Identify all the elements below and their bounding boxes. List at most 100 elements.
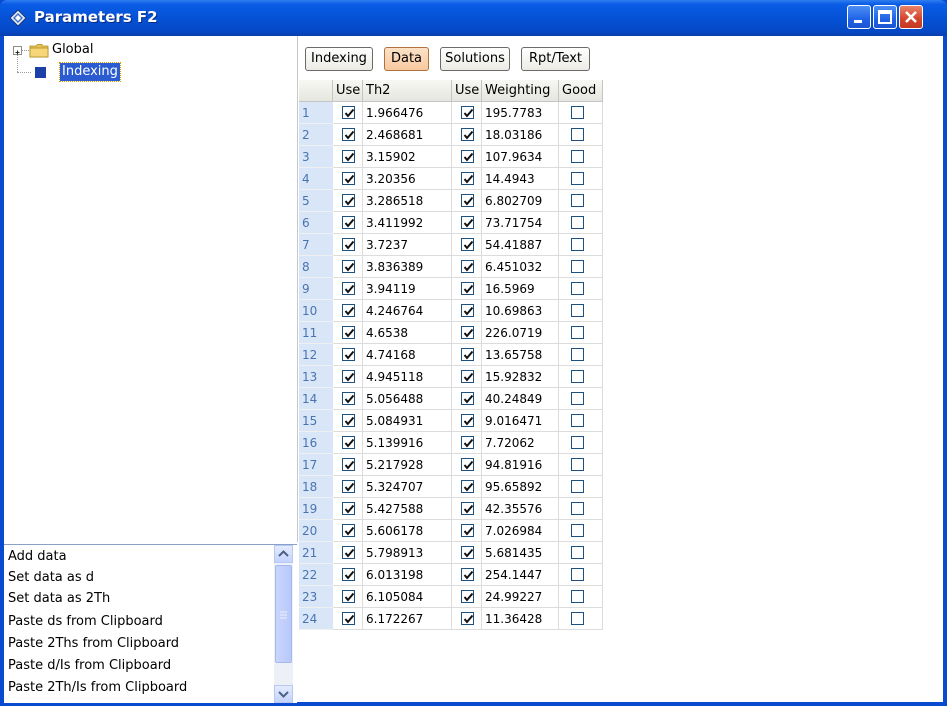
good-checkbox[interactable] (571, 326, 584, 339)
weighting-cell[interactable]: 54.41887 (482, 234, 559, 256)
th2-cell[interactable]: 5.217928 (363, 454, 452, 476)
minimize-button[interactable] (847, 5, 871, 29)
use-checkbox[interactable] (342, 150, 355, 163)
use-checkbox[interactable] (342, 282, 355, 295)
row-number[interactable]: 18 (299, 476, 333, 498)
use-checkbox[interactable] (342, 612, 355, 625)
row-number[interactable]: 15 (299, 410, 333, 432)
tab-indexing[interactable]: Indexing (305, 47, 373, 71)
good-checkbox[interactable] (571, 106, 584, 119)
good-checkbox[interactable] (571, 546, 584, 559)
use-weight-checkbox[interactable] (461, 194, 474, 207)
weighting-cell[interactable]: 18.03186 (482, 124, 559, 146)
row-number[interactable]: 11 (299, 322, 333, 344)
good-checkbox[interactable] (571, 238, 584, 251)
th2-cell[interactable]: 5.798913 (363, 542, 452, 564)
good-checkbox[interactable] (571, 260, 584, 273)
weighting-cell[interactable]: 107.9634 (482, 146, 559, 168)
weighting-cell[interactable]: 42.35576 (482, 498, 559, 520)
use-checkbox[interactable] (342, 414, 355, 427)
tab-solutions[interactable]: Solutions (440, 47, 510, 71)
th2-cell[interactable]: 5.427588 (363, 498, 452, 520)
tree-item-indexing[interactable]: Indexing (59, 62, 121, 82)
scroll-down-button[interactable] (274, 685, 293, 703)
command-paste-2ths[interactable]: Paste 2Ths from Clipboard (8, 633, 179, 654)
row-number[interactable]: 5 (299, 190, 333, 212)
header-use-2[interactable]: Use (452, 80, 482, 102)
row-number[interactable]: 3 (299, 146, 333, 168)
weighting-cell[interactable]: 6.802709 (482, 190, 559, 212)
th2-cell[interactable]: 5.324707 (363, 476, 452, 498)
use-weight-checkbox[interactable] (461, 546, 474, 559)
header-good[interactable]: Good (559, 80, 603, 102)
use-weight-checkbox[interactable] (461, 260, 474, 273)
row-number[interactable]: 1 (299, 102, 333, 124)
use-weight-checkbox[interactable] (461, 524, 474, 537)
header-use-1[interactable]: Use (333, 80, 363, 102)
use-weight-checkbox[interactable] (461, 128, 474, 141)
row-number[interactable]: 20 (299, 520, 333, 542)
good-checkbox[interactable] (571, 370, 584, 383)
use-checkbox[interactable] (342, 128, 355, 141)
th2-cell[interactable]: 5.084931 (363, 410, 452, 432)
weighting-cell[interactable]: 195.7783 (482, 102, 559, 124)
th2-cell[interactable]: 6.105084 (363, 586, 452, 608)
use-checkbox[interactable] (342, 106, 355, 119)
good-checkbox[interactable] (571, 502, 584, 515)
use-checkbox[interactable] (342, 304, 355, 317)
scroll-thumb[interactable] (275, 565, 292, 663)
use-weight-checkbox[interactable] (461, 480, 474, 493)
command-paste-2th-is[interactable]: Paste 2Th/Is from Clipboard (8, 677, 187, 698)
row-number[interactable]: 17 (299, 454, 333, 476)
row-number[interactable]: 21 (299, 542, 333, 564)
row-number[interactable]: 2 (299, 124, 333, 146)
use-weight-checkbox[interactable] (461, 150, 474, 163)
use-checkbox[interactable] (342, 436, 355, 449)
command-paste-ds[interactable]: Paste ds from Clipboard (8, 611, 163, 632)
weighting-cell[interactable]: 16.5969 (482, 278, 559, 300)
row-number[interactable]: 22 (299, 564, 333, 586)
weighting-cell[interactable]: 95.65892 (482, 476, 559, 498)
tab-rpt-text[interactable]: Rpt/Text (521, 47, 590, 71)
good-checkbox[interactable] (571, 172, 584, 185)
use-weight-checkbox[interactable] (461, 568, 474, 581)
th2-cell[interactable]: 4.74168 (363, 344, 452, 366)
use-checkbox[interactable] (342, 326, 355, 339)
weighting-cell[interactable]: 11.36428 (482, 608, 559, 630)
good-checkbox[interactable] (571, 304, 584, 317)
th2-cell[interactable]: 1.966476 (363, 102, 452, 124)
good-checkbox[interactable] (571, 590, 584, 603)
use-weight-checkbox[interactable] (461, 326, 474, 339)
scroll-up-button[interactable] (274, 545, 293, 563)
weighting-cell[interactable]: 94.81916 (482, 454, 559, 476)
use-weight-checkbox[interactable] (461, 590, 474, 603)
th2-cell[interactable]: 4.6538 (363, 322, 452, 344)
th2-cell[interactable]: 3.20356 (363, 168, 452, 190)
th2-cell[interactable]: 3.286518 (363, 190, 452, 212)
use-weight-checkbox[interactable] (461, 612, 474, 625)
row-number[interactable]: 8 (299, 256, 333, 278)
good-checkbox[interactable] (571, 194, 584, 207)
row-number[interactable]: 14 (299, 388, 333, 410)
weighting-cell[interactable]: 73.71754 (482, 212, 559, 234)
command-paste-d-is[interactable]: Paste d/Is from Clipboard (8, 655, 171, 676)
row-number[interactable]: 7 (299, 234, 333, 256)
good-checkbox[interactable] (571, 458, 584, 471)
use-checkbox[interactable] (342, 568, 355, 581)
row-number[interactable]: 13 (299, 366, 333, 388)
weighting-cell[interactable]: 9.016471 (482, 410, 559, 432)
good-checkbox[interactable] (571, 216, 584, 229)
good-checkbox[interactable] (571, 414, 584, 427)
row-number[interactable]: 16 (299, 432, 333, 454)
command-set-data-2th[interactable]: Set data as 2Th (8, 588, 110, 609)
good-checkbox[interactable] (571, 612, 584, 625)
row-number[interactable]: 12 (299, 344, 333, 366)
use-checkbox[interactable] (342, 502, 355, 515)
use-checkbox[interactable] (342, 238, 355, 251)
tab-data[interactable]: Data (384, 47, 429, 71)
use-checkbox[interactable] (342, 480, 355, 493)
row-number[interactable]: 9 (299, 278, 333, 300)
weighting-cell[interactable]: 10.69863 (482, 300, 559, 322)
row-number[interactable]: 23 (299, 586, 333, 608)
weighting-cell[interactable]: 14.4943 (482, 168, 559, 190)
